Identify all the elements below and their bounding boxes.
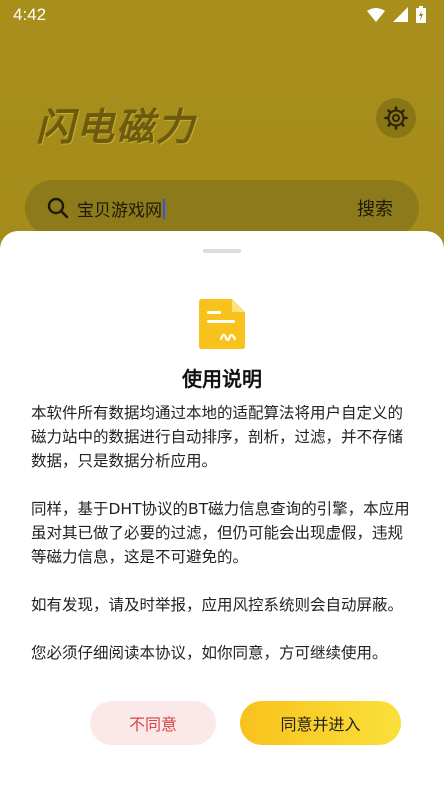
- dialog-body: 本软件所有数据均通过本地的适配算法将用户自定义的磁力站中的数据进行自动排序，剖析…: [31, 401, 415, 689]
- search-button[interactable]: 搜索: [357, 195, 393, 221]
- wifi-icon: [367, 7, 385, 22]
- status-time: 4:42: [13, 5, 47, 24]
- search-icon: [47, 197, 69, 219]
- dialog-title: 使用说明: [182, 367, 262, 391]
- text-caret: [163, 199, 165, 219]
- agree-button[interactable]: 同意并进入: [240, 701, 401, 745]
- search-input[interactable]: 宝贝游戏网: [77, 196, 165, 221]
- status-icons: [367, 6, 426, 23]
- status-bar: 4:42: [0, 0, 444, 30]
- dialog-paragraph: 如有发现，请及时举报，应用风控系统则会自动屏蔽。: [31, 596, 404, 614]
- usage-dialog-sheet: 使用说明 本软件所有数据均通过本地的适配算法将用户自定义的磁力站中的数据进行自动…: [0, 231, 444, 789]
- signal-icon: [393, 7, 408, 22]
- dialog-paragraph: 您必须仔细阅读本协议，如你同意，方可继续使用。: [31, 644, 388, 662]
- drag-handle[interactable]: [203, 249, 241, 253]
- document-icon: [199, 299, 245, 349]
- dialog-paragraph: 同样，基于DHT协议的BT磁力信息查询的引擎，本应用虽对其已做了必要的过滤，但仍…: [31, 500, 410, 566]
- battery-icon: [416, 6, 426, 23]
- settings-button[interactable]: [376, 98, 416, 138]
- disagree-button[interactable]: 不同意: [90, 701, 216, 745]
- dialog-paragraph: 本软件所有数据均通过本地的适配算法将用户自定义的磁力站中的数据进行自动排序，剖析…: [31, 404, 404, 470]
- app-title: 闪电磁力: [36, 105, 197, 149]
- search-input-value: 宝贝游戏网: [77, 201, 162, 221]
- search-bar[interactable]: 宝贝游戏网 搜索: [25, 180, 419, 236]
- gear-icon: [384, 106, 408, 130]
